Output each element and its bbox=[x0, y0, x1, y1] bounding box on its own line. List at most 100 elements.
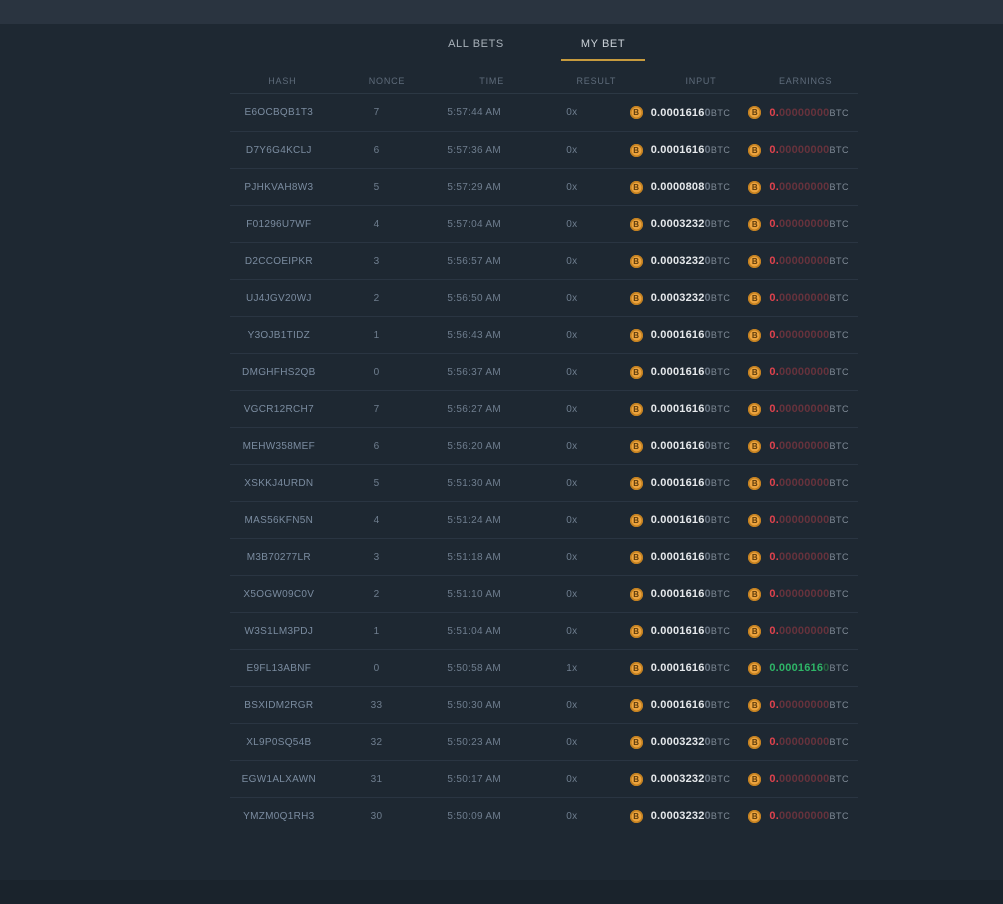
time-cell: 5:56:43 AM bbox=[425, 330, 523, 341]
nonce-cell: 33 bbox=[328, 700, 426, 711]
table-row: VGCR12RCH7 7 5:56:27 AM 0x B 0.00016160 … bbox=[230, 390, 858, 427]
btc-coin-icon: B bbox=[630, 662, 643, 675]
nonce-cell: 4 bbox=[328, 515, 426, 526]
btc-coin-icon: B bbox=[748, 292, 761, 305]
hash-cell: MAS56KFN5N bbox=[230, 515, 328, 526]
nonce-cell: 3 bbox=[328, 256, 426, 267]
input-amount: 0.00016160 bbox=[651, 514, 711, 526]
time-cell: 5:50:09 AM bbox=[425, 811, 523, 822]
input-cell: B 0.00016160 BTC bbox=[621, 588, 740, 601]
result-cell: 0x bbox=[523, 330, 621, 341]
earnings-amount: 0.00000000 bbox=[769, 403, 829, 415]
btc-coin-icon: B bbox=[748, 440, 761, 453]
table-row: E6OCBQB1T3 7 5:57:44 AM 0x B 0.00016160 … bbox=[230, 94, 858, 131]
result-cell: 0x bbox=[523, 589, 621, 600]
result-cell: 0x bbox=[523, 811, 621, 822]
table-row: E9FL13ABNF 0 5:50:58 AM 1x B 0.00016160 … bbox=[230, 649, 858, 686]
result-cell: 0x bbox=[523, 700, 621, 711]
result-cell: 0x bbox=[523, 626, 621, 637]
earnings-currency-label: BTC bbox=[830, 256, 850, 266]
earnings-cell: B 0.00000000 BTC bbox=[739, 440, 858, 453]
bets-panel: ALL BETS MY BET HASH NONCE TIME RESULT I… bbox=[230, 24, 858, 834]
bets-table-body: E6OCBQB1T3 7 5:57:44 AM 0x B 0.00016160 … bbox=[230, 94, 858, 834]
time-cell: 5:50:17 AM bbox=[425, 774, 523, 785]
result-cell: 0x bbox=[523, 774, 621, 785]
btc-coin-icon: B bbox=[630, 403, 643, 416]
input-currency-label: BTC bbox=[711, 737, 731, 747]
btc-coin-icon: B bbox=[748, 181, 761, 194]
input-currency-label: BTC bbox=[711, 515, 731, 525]
tab-my-bet[interactable]: MY BET bbox=[543, 38, 663, 50]
btc-coin-icon: B bbox=[748, 625, 761, 638]
column-header-time: TIME bbox=[439, 76, 544, 86]
earnings-amount: 0.00000000 bbox=[769, 477, 829, 489]
table-row: W3S1LM3PDJ 1 5:51:04 AM 0x B 0.00016160 … bbox=[230, 612, 858, 649]
input-amount: 0.00016160 bbox=[651, 551, 711, 563]
nonce-cell: 2 bbox=[328, 293, 426, 304]
earnings-currency-label: BTC bbox=[830, 367, 850, 377]
time-cell: 5:56:37 AM bbox=[425, 367, 523, 378]
btc-coin-icon: B bbox=[630, 588, 643, 601]
earnings-cell: B 0.00000000 BTC bbox=[739, 329, 858, 342]
earnings-cell: B 0.00000000 BTC bbox=[739, 106, 858, 119]
input-amount: 0.00032320 bbox=[651, 810, 711, 822]
bets-tabs: ALL BETS MY BET bbox=[230, 24, 858, 68]
input-currency-label: BTC bbox=[711, 811, 731, 821]
btc-coin-icon: B bbox=[748, 699, 761, 712]
nonce-cell: 6 bbox=[328, 441, 426, 452]
nonce-cell: 31 bbox=[328, 774, 426, 785]
nonce-cell: 3 bbox=[328, 552, 426, 563]
time-cell: 5:50:30 AM bbox=[425, 700, 523, 711]
input-cell: B 0.00032320 BTC bbox=[621, 736, 740, 749]
btc-coin-icon: B bbox=[630, 810, 643, 823]
result-cell: 0x bbox=[523, 404, 621, 415]
input-amount: 0.00016160 bbox=[651, 699, 711, 711]
time-cell: 5:56:50 AM bbox=[425, 293, 523, 304]
input-amount: 0.00008080 bbox=[651, 181, 711, 193]
earnings-currency-label: BTC bbox=[830, 774, 850, 784]
earnings-cell: B 0.00000000 BTC bbox=[739, 736, 858, 749]
table-row: Y3OJB1TIDZ 1 5:56:43 AM 0x B 0.00016160 … bbox=[230, 316, 858, 353]
hash-cell: E6OCBQB1T3 bbox=[230, 107, 328, 118]
btc-coin-icon: B bbox=[630, 514, 643, 527]
earnings-cell: B 0.00000000 BTC bbox=[739, 514, 858, 527]
earnings-cell: B 0.00000000 BTC bbox=[739, 218, 858, 231]
column-header-earnings: EARNINGS bbox=[753, 76, 858, 86]
time-cell: 5:57:36 AM bbox=[425, 145, 523, 156]
input-amount: 0.00016160 bbox=[651, 625, 711, 637]
input-cell: B 0.00032320 BTC bbox=[621, 773, 740, 786]
tab-all-bets[interactable]: ALL BETS bbox=[416, 38, 536, 50]
column-header-result: RESULT bbox=[544, 76, 649, 86]
btc-coin-icon: B bbox=[748, 810, 761, 823]
input-amount: 0.00032320 bbox=[651, 255, 711, 267]
earnings-currency-label: BTC bbox=[830, 293, 850, 303]
hash-cell: PJHKVAH8W3 bbox=[230, 182, 328, 193]
earnings-cell: B 0.00000000 BTC bbox=[739, 181, 858, 194]
hash-cell: W3S1LM3PDJ bbox=[230, 626, 328, 637]
result-cell: 0x bbox=[523, 107, 621, 118]
btc-coin-icon: B bbox=[630, 366, 643, 379]
nonce-cell: 4 bbox=[328, 219, 426, 230]
input-cell: B 0.00016160 BTC bbox=[621, 699, 740, 712]
btc-coin-icon: B bbox=[630, 292, 643, 305]
earnings-amount: 0.00000000 bbox=[769, 699, 829, 711]
time-cell: 5:51:30 AM bbox=[425, 478, 523, 489]
earnings-currency-label: BTC bbox=[830, 404, 850, 414]
input-currency-label: BTC bbox=[711, 404, 731, 414]
time-cell: 5:57:44 AM bbox=[425, 107, 523, 118]
input-cell: B 0.00032320 BTC bbox=[621, 810, 740, 823]
hash-cell: BSXIDM2RGR bbox=[230, 700, 328, 711]
nonce-cell: 7 bbox=[328, 107, 426, 118]
nonce-cell: 30 bbox=[328, 811, 426, 822]
nonce-cell: 7 bbox=[328, 404, 426, 415]
btc-coin-icon: B bbox=[748, 106, 761, 119]
btc-coin-icon: B bbox=[630, 255, 643, 268]
nonce-cell: 5 bbox=[328, 182, 426, 193]
hash-cell: VGCR12RCH7 bbox=[230, 404, 328, 415]
input-cell: B 0.00008080 BTC bbox=[621, 181, 740, 194]
earnings-currency-label: BTC bbox=[830, 811, 850, 821]
btc-coin-icon: B bbox=[748, 736, 761, 749]
input-amount: 0.00032320 bbox=[651, 218, 711, 230]
nonce-cell: 0 bbox=[328, 367, 426, 378]
input-currency-label: BTC bbox=[711, 626, 731, 636]
